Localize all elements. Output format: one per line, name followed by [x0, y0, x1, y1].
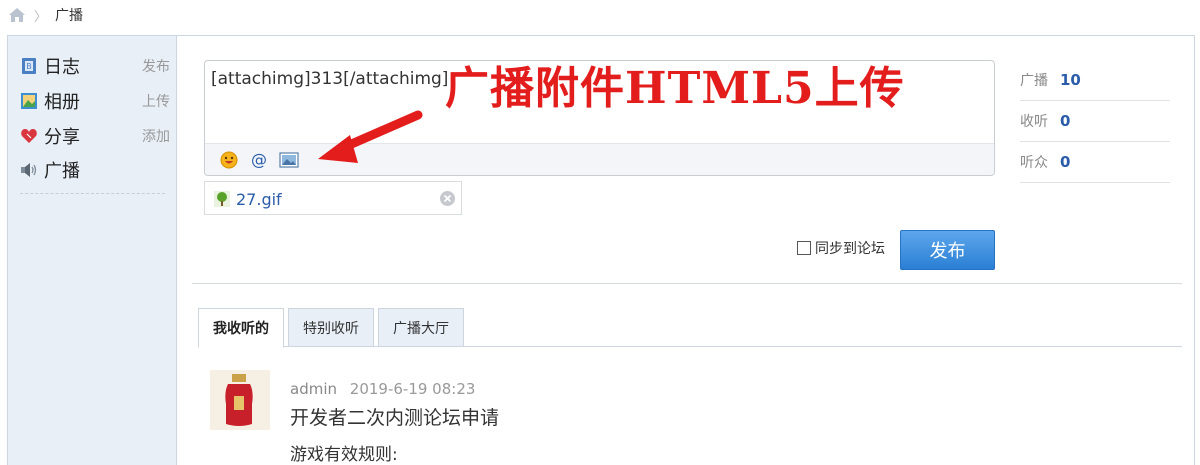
- section-divider: [192, 283, 1182, 284]
- sidebar-action-add[interactable]: 添加: [142, 126, 170, 146]
- album-icon: [21, 93, 37, 109]
- image-icon[interactable]: [279, 150, 299, 170]
- breadcrumb: 〉 广播: [8, 5, 83, 25]
- stat-label: 听众: [1020, 155, 1048, 171]
- stats-panel: 广播 10 收听 0 听众 0: [1020, 60, 1170, 183]
- arrow-icon: [318, 110, 423, 163]
- sync-forum-option[interactable]: 同步到论坛: [797, 238, 885, 258]
- sidebar-item-share[interactable]: 分享 添加: [20, 124, 170, 148]
- sidebar-item-album[interactable]: 相册 上传: [20, 89, 170, 113]
- smiley-icon[interactable]: [219, 150, 239, 170]
- avatar-image: [210, 370, 270, 430]
- speaker-icon: [21, 163, 37, 177]
- home-icon[interactable]: [8, 7, 26, 23]
- tab-special-following[interactable]: 特别收听: [288, 308, 374, 347]
- gif-file-icon: [214, 191, 230, 207]
- breadcrumb-current: 广播: [55, 7, 84, 23]
- annotation-text: 广播附件HTML5上传: [445, 63, 905, 114]
- stat-value[interactable]: 0: [1060, 112, 1070, 130]
- sidebar-item-broadcast[interactable]: 广播: [20, 158, 170, 182]
- post-body: 游戏有效规则:: [290, 445, 398, 465]
- stat-value[interactable]: 0: [1060, 153, 1070, 171]
- post-author[interactable]: admin: [290, 380, 337, 398]
- sidebar-divider: [20, 193, 165, 194]
- attachment-item: 27.gif: [204, 181, 462, 215]
- post-title[interactable]: 开发者二次内测论坛申请: [290, 403, 499, 430]
- stat-followers[interactable]: 听众 0: [1020, 142, 1170, 183]
- stat-value[interactable]: 10: [1060, 71, 1081, 89]
- blog-icon: B: [22, 58, 36, 74]
- sync-forum-checkbox[interactable]: [797, 241, 811, 255]
- sidebar-action-publish[interactable]: 发布: [142, 56, 170, 76]
- sidebar-action-upload[interactable]: 上传: [142, 91, 170, 111]
- sync-forum-label: 同步到论坛: [815, 241, 885, 257]
- svg-text:B: B: [26, 62, 32, 71]
- sidebar-item-label: 日志: [44, 57, 80, 78]
- remove-attachment-icon[interactable]: [439, 190, 456, 207]
- avatar[interactable]: [210, 370, 270, 430]
- attachment-filename[interactable]: 27.gif: [236, 190, 282, 209]
- breadcrumb-separator: 〉: [34, 8, 48, 24]
- stat-following[interactable]: 收听 0: [1020, 101, 1170, 142]
- svg-text:@: @: [251, 150, 267, 169]
- heart-icon: [21, 129, 37, 143]
- tab-broadcast-hall[interactable]: 广播大厅: [378, 308, 464, 347]
- stat-label: 收听: [1020, 114, 1048, 130]
- sidebar-item-label: 广播: [44, 161, 80, 182]
- sidebar-item-label: 分享: [44, 127, 80, 148]
- sidebar-item-label: 相册: [44, 92, 80, 113]
- feed-tabs: 我收听的 特别收听 广播大厅: [198, 308, 1182, 348]
- publish-button[interactable]: 发布: [900, 230, 995, 270]
- post-time: 2019-6-19 08:23: [349, 380, 476, 398]
- tab-my-following[interactable]: 我收听的: [198, 308, 284, 348]
- stat-broadcasts[interactable]: 广播 10: [1020, 60, 1170, 101]
- at-icon[interactable]: @: [249, 150, 269, 170]
- post-meta: admin 2019-6-19 08:23: [290, 380, 475, 398]
- composer-textarea[interactable]: [attachimg]313[/attachimg]: [211, 69, 448, 89]
- sidebar: B 日志 发布 相册 上传 分享 添加 广播: [8, 36, 177, 465]
- stat-label: 广播: [1020, 73, 1048, 89]
- sidebar-item-blog[interactable]: B 日志 发布: [20, 54, 170, 78]
